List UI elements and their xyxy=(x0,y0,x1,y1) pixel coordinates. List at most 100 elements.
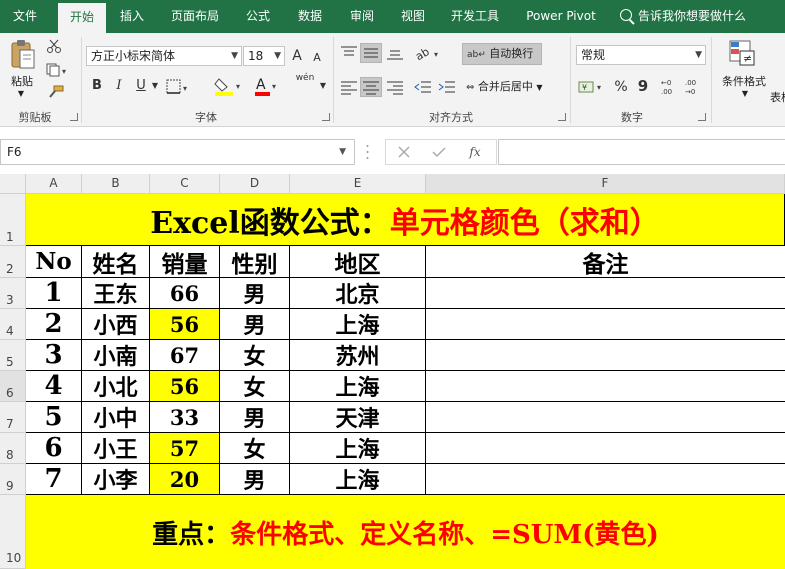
cell-gender[interactable]: 男 xyxy=(220,402,290,433)
decrease-indent-icon[interactable] xyxy=(414,79,432,95)
cell-region[interactable]: 上海 xyxy=(290,464,426,495)
cell-note[interactable] xyxy=(426,464,785,495)
header-cell-no[interactable]: No xyxy=(26,246,82,278)
alignment-launcher-icon[interactable] xyxy=(558,113,566,121)
font-color-icon[interactable]: A ▾ xyxy=(254,76,280,96)
footer-note-cell[interactable]: 重点： 条件格式、定义名称、=SUM(黄色) xyxy=(26,495,785,569)
cell-no[interactable]: 7 xyxy=(26,464,82,495)
format-painter-icon[interactable] xyxy=(46,85,64,101)
tab-insert[interactable]: 插入 xyxy=(108,0,156,33)
cell-no[interactable]: 6 xyxy=(26,433,82,464)
cell-note[interactable] xyxy=(426,309,785,340)
row-header-7[interactable]: 7 xyxy=(0,402,26,433)
bold-button[interactable]: B xyxy=(90,77,104,95)
cell-gender[interactable]: 男 xyxy=(220,464,290,495)
row-header-2[interactable]: 2 xyxy=(0,246,26,278)
column-header-e[interactable]: E xyxy=(290,174,426,194)
cell-gender[interactable]: 男 xyxy=(220,278,290,309)
tell-me-search[interactable]: 告诉我你想要做什么 xyxy=(620,0,746,33)
select-all-corner[interactable] xyxy=(0,174,26,194)
cell-gender[interactable]: 女 xyxy=(220,371,290,402)
header-cell-note[interactable]: 备注 xyxy=(426,246,785,278)
cell-name[interactable]: 小西 xyxy=(82,309,150,340)
cell-gender[interactable]: 女 xyxy=(220,433,290,464)
fill-color-icon[interactable]: ▾ xyxy=(214,76,244,96)
header-cell-name[interactable]: 姓名 xyxy=(82,246,150,278)
cell-no[interactable]: 5 xyxy=(26,402,82,433)
tab-power-pivot[interactable]: Power Pivot xyxy=(516,0,606,33)
conditional-format-dropdown-icon[interactable]: ▼ xyxy=(738,89,752,98)
row-header-8[interactable]: 8 xyxy=(0,433,26,464)
increase-indent-icon[interactable] xyxy=(438,79,456,95)
increase-decimal-icon[interactable]: ←0.00 xyxy=(660,77,680,97)
column-header-b[interactable]: B xyxy=(82,174,150,194)
cell-no[interactable]: 3 xyxy=(26,340,82,371)
cancel-icon[interactable] xyxy=(398,146,410,158)
cell-sales-highlighted[interactable]: 56 xyxy=(150,309,220,340)
cell-name[interactable]: 小李 xyxy=(82,464,150,495)
conditional-format-icon[interactable]: ≠ xyxy=(728,39,756,69)
tab-view[interactable]: 视图 xyxy=(390,0,436,33)
shrink-font-button[interactable]: A xyxy=(310,49,324,67)
tab-review[interactable]: 审阅 xyxy=(338,0,386,33)
align-left-icon[interactable] xyxy=(340,79,358,95)
tab-file[interactable]: 文件 xyxy=(0,0,50,33)
cell-note[interactable] xyxy=(426,433,785,464)
conditional-format-button[interactable]: 条件格式 xyxy=(716,73,772,89)
paste-dropdown-icon[interactable]: ▼ xyxy=(14,89,28,98)
cell-name[interactable]: 小南 xyxy=(82,340,150,371)
cell-sales-highlighted[interactable]: 20 xyxy=(150,464,220,495)
cell-note[interactable] xyxy=(426,340,785,371)
format-as-table-button[interactable]: 表格 xyxy=(770,89,785,105)
cell-no[interactable]: 1 xyxy=(26,278,82,309)
font-name-combo[interactable]: 方正小标宋简体 ▼ xyxy=(86,46,242,66)
row-header-10[interactable]: 10 xyxy=(0,495,26,569)
row-header-1[interactable]: 1 xyxy=(0,194,26,246)
row-header-4[interactable]: 4 xyxy=(0,309,26,340)
cell-no[interactable]: 4 xyxy=(26,371,82,402)
underline-dropdown-icon[interactable]: ▼ xyxy=(150,77,160,95)
column-header-d[interactable]: D xyxy=(220,174,290,194)
number-launcher-icon[interactable] xyxy=(698,113,706,121)
cell-sales-highlighted[interactable]: 57 xyxy=(150,433,220,464)
column-header-c[interactable]: C xyxy=(150,174,220,194)
number-format-combo[interactable]: 常规 ▼ xyxy=(576,45,706,65)
middle-align-icon[interactable] xyxy=(360,43,382,63)
currency-icon[interactable]: ¥ ▾ xyxy=(578,78,608,96)
header-cell-region[interactable]: 地区 xyxy=(290,246,426,278)
header-cell-gender[interactable]: 性别 xyxy=(220,246,290,278)
orientation-icon[interactable]: ab ▾ xyxy=(413,45,444,63)
phonetic-guide-button[interactable]: wén xyxy=(294,73,316,83)
comma-style-button[interactable]: 9 xyxy=(636,77,650,95)
tab-page-layout[interactable]: 页面布局 xyxy=(160,0,230,33)
row-header-5[interactable]: 5 xyxy=(0,340,26,371)
cell-gender[interactable]: 男 xyxy=(220,309,290,340)
font-launcher-icon[interactable] xyxy=(322,113,330,121)
decrease-decimal-icon[interactable]: .00 →0 xyxy=(684,77,704,97)
cell-gender[interactable]: 女 xyxy=(220,340,290,371)
row-header-9[interactable]: 9 xyxy=(0,464,26,495)
sheet-title-cell[interactable]: Excel函数公式： 单元格颜色（求和） xyxy=(26,194,785,246)
insert-function-button[interactable]: fx xyxy=(466,143,484,161)
wrap-text-button[interactable]: ab↵ 自动换行 xyxy=(462,43,542,65)
font-size-combo[interactable]: 18 ▼ xyxy=(243,46,285,66)
paste-icon[interactable] xyxy=(10,39,36,71)
cell-name[interactable]: 小中 xyxy=(82,402,150,433)
cell-sales-highlighted[interactable]: 56 xyxy=(150,371,220,402)
cell-name[interactable]: 小北 xyxy=(82,371,150,402)
cell-no[interactable]: 2 xyxy=(26,309,82,340)
tab-formulas[interactable]: 公式 xyxy=(234,0,282,33)
formula-input[interactable] xyxy=(498,139,785,165)
align-center-icon[interactable] xyxy=(360,77,382,97)
clipboard-launcher-icon[interactable] xyxy=(70,113,78,121)
percent-button[interactable]: % xyxy=(612,78,630,96)
cell-name[interactable]: 小王 xyxy=(82,433,150,464)
phonetic-dropdown-icon[interactable]: ▼ xyxy=(318,77,328,95)
grow-font-button[interactable]: A xyxy=(289,47,305,65)
name-box[interactable]: F6 ▼ xyxy=(0,139,355,165)
cell-region[interactable]: 苏州 xyxy=(290,340,426,371)
cell-sales[interactable]: 67 xyxy=(150,340,220,371)
row-header-3[interactable]: 3 xyxy=(0,278,26,309)
copy-icon[interactable]: ▾ xyxy=(46,63,70,77)
row-header-6[interactable]: 6 xyxy=(0,371,26,402)
